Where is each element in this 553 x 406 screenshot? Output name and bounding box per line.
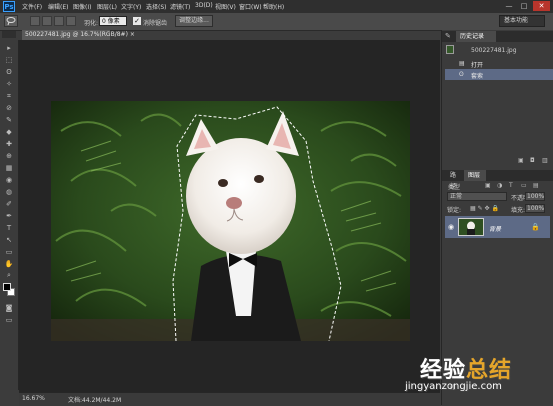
fill-input[interactable]: 100% — [525, 204, 545, 213]
layer-kind-filter[interactable]: 类型 — [448, 182, 460, 191]
tab-history[interactable]: 历史记录 — [456, 31, 496, 42]
document-tab-close[interactable]: × — [130, 31, 135, 38]
tab-paths[interactable]: 路径 — [446, 170, 464, 190]
move-tool-icon[interactable]: ▸ — [4, 44, 14, 52]
hand-tool-icon[interactable]: ✋ — [4, 260, 14, 268]
blend-mode-select[interactable]: 正常 — [447, 192, 507, 201]
lasso-tool-icon[interactable]: ʘ — [4, 68, 14, 76]
layers-tab-bar: 路径 图层 — [442, 170, 553, 190]
menu-image[interactable]: 图像(I) — [73, 2, 91, 11]
eraser-tool-icon[interactable]: ▦ — [4, 164, 14, 172]
watermark-url: jingyanzongjie.com — [405, 381, 502, 392]
quick-select-tool-icon[interactable]: ✧ — [4, 80, 14, 88]
snapshot-label: 500227481.jpg — [471, 47, 517, 54]
document-tab[interactable]: 500227481.jpg @ 16.7%(RGB/8#) × — [22, 30, 135, 40]
photoshop-logo-icon: Ps — [3, 1, 15, 12]
history-item-open-label: 打开 — [471, 62, 484, 69]
add-to-selection-button[interactable] — [42, 16, 52, 26]
healing-tool-icon[interactable]: ✎ — [4, 116, 14, 124]
filter-pixel-icon[interactable]: ▣ — [485, 182, 491, 189]
blur-tool-icon[interactable]: ◍ — [4, 188, 14, 196]
trash-icon[interactable]: ▥ — [542, 157, 548, 164]
screen-mode-icon[interactable]: ▭ — [4, 316, 14, 324]
path-select-tool-icon[interactable]: ↖ — [4, 236, 14, 244]
layer-name: 背景 — [489, 226, 502, 233]
history-brush-tool-icon[interactable]: ⊕ — [4, 152, 14, 160]
new-selection-button[interactable] — [30, 16, 40, 26]
refine-edge-button[interactable]: 调整边缘... — [175, 15, 213, 27]
lock-label: 锁定: — [447, 207, 462, 214]
history-tab-bar: 历史记录 ✎ — [442, 31, 553, 42]
gradient-tool-icon[interactable]: ◉ — [4, 176, 14, 184]
watermark-title-part2: 总结 — [466, 358, 513, 383]
dodge-tool-icon[interactable]: ✐ — [4, 200, 14, 208]
tool-preset-picker[interactable] — [4, 15, 18, 27]
open-step-icon: ▤ — [459, 60, 465, 67]
zoom-tool-icon[interactable]: ⌕ — [4, 271, 14, 279]
menu-3d[interactable]: 3D(D) — [195, 2, 213, 9]
menu-select[interactable]: 选择(S) — [146, 2, 167, 11]
type-tool-icon[interactable]: T — [4, 224, 14, 232]
options-bar — [0, 13, 553, 31]
menu-edit[interactable]: 编辑(E) — [48, 2, 68, 11]
antialias-checkbox[interactable]: ✓ — [133, 17, 141, 25]
filter-shape-icon[interactable]: ▭ — [521, 182, 527, 189]
document-tab-title: 500227481.jpg @ 16.7%(RGB/8#) — [25, 31, 128, 38]
history-footer: ▣ ◘ ▥ — [445, 157, 553, 167]
foreground-color-swatch[interactable] — [3, 283, 11, 291]
pen-tool-icon[interactable]: ✒ — [4, 212, 14, 220]
eyedropper-tool-icon[interactable]: ⊘ — [4, 104, 14, 112]
watermark-title: 经验总结 — [420, 352, 512, 384]
shape-tool-icon[interactable]: ▭ — [4, 248, 14, 256]
menu-filter[interactable]: 滤镜(T) — [170, 2, 190, 11]
brush-tool-icon[interactable]: ◆ — [4, 128, 14, 136]
filter-adjust-icon[interactable]: ◑ — [497, 182, 502, 189]
close-button[interactable]: ✕ — [533, 1, 550, 11]
minimize-button[interactable]: — — [503, 2, 515, 11]
filter-smart-icon[interactable]: ▤ — [533, 182, 539, 189]
menu-file[interactable]: 文件(F) — [22, 2, 42, 11]
layer-thumbnail-image — [459, 219, 483, 235]
menu-type[interactable]: 文字(Y) — [121, 2, 141, 11]
crop-tool-icon[interactable]: ⌗ — [4, 92, 14, 100]
lasso-icon — [6, 17, 16, 26]
clone-stamp-tool-icon[interactable]: ✚ — [4, 140, 14, 148]
workspace-select[interactable]: 基本功能 — [499, 15, 545, 27]
document-image[interactable] — [51, 101, 410, 341]
filter-type-icon[interactable]: T — [509, 182, 513, 189]
history-brush-icon: ✎ — [445, 32, 451, 40]
history-item-lasso-label: 套索 — [471, 73, 484, 80]
menu-window[interactable]: 窗口(W) — [239, 2, 262, 11]
intersect-selection-button[interactable] — [66, 16, 76, 26]
antialias-label: 消除锯齿 — [143, 20, 168, 27]
watermark-title-part1: 经验 — [420, 358, 467, 383]
quick-mask-icon[interactable]: ◙ — [4, 304, 14, 312]
feather-input[interactable]: 0 像素 — [99, 16, 127, 26]
menu-layer[interactable]: 图层(L) — [97, 2, 117, 11]
new-document-from-state-icon[interactable]: ▣ — [518, 157, 524, 164]
document-size: 文档:44.2M/44.2M — [68, 397, 122, 404]
maximize-button[interactable]: □ — [518, 2, 530, 11]
feather-label: 羽化: — [84, 20, 99, 27]
marquee-tool-icon[interactable]: ⬚ — [4, 56, 14, 64]
eye-icon[interactable]: ◉ — [448, 223, 454, 231]
lock-icons[interactable]: ▦ ✎ ✥ 🔒 — [470, 205, 499, 212]
camera-icon[interactable]: ◘ — [530, 157, 535, 164]
layer-thumbnail — [458, 218, 484, 236]
subtract-selection-button[interactable] — [54, 16, 64, 26]
fill-label: 填充: — [511, 207, 526, 214]
menu-help[interactable]: 帮助(H) — [263, 2, 284, 11]
snapshot-thumbnail — [446, 45, 454, 54]
toolbox-grip[interactable] — [2, 31, 16, 38]
layer-filter-row: 类型 ▣ ◑ T ▭ ▤ — [445, 182, 553, 191]
tab-layers[interactable]: 图层 — [464, 170, 486, 181]
opacity-input[interactable]: 100% — [525, 192, 545, 201]
lock-icon: 🔒 — [531, 223, 540, 231]
menu-view[interactable]: 视图(V) — [215, 2, 236, 11]
zoom-level[interactable]: 16.67% — [22, 395, 45, 402]
lasso-step-icon: ʘ — [459, 71, 464, 78]
dog-photo — [51, 101, 410, 341]
